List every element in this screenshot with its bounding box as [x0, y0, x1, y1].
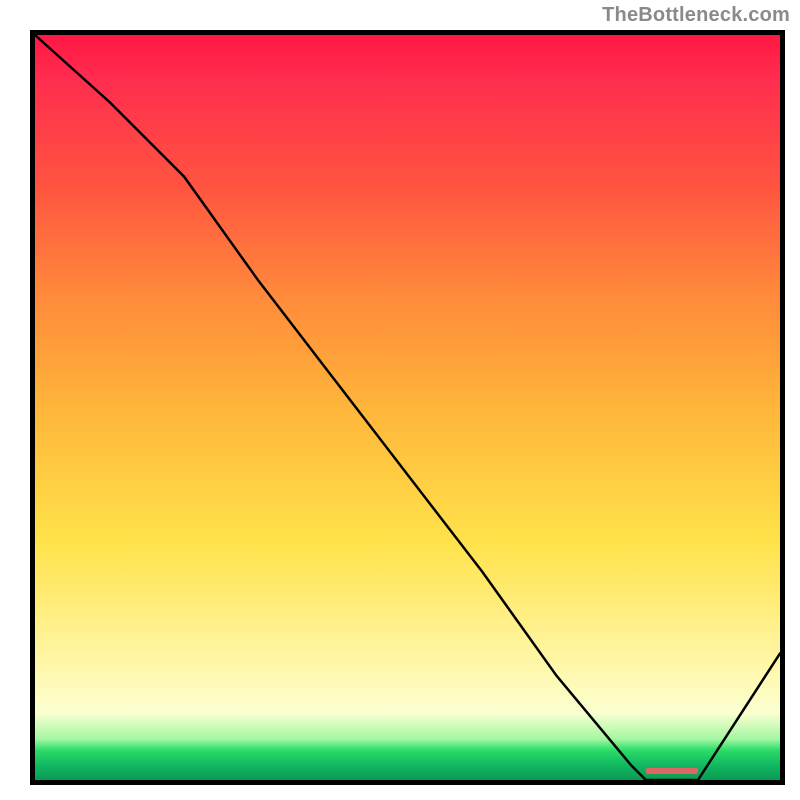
- chart-root: TheBottleneck.com: [0, 0, 800, 800]
- chart-plot-area: [30, 30, 785, 785]
- chart-curve-layer: [35, 35, 780, 780]
- watermark-text: TheBottleneck.com: [602, 4, 790, 27]
- plateau-marker: [646, 768, 698, 774]
- bottleneck-curve: [35, 35, 780, 780]
